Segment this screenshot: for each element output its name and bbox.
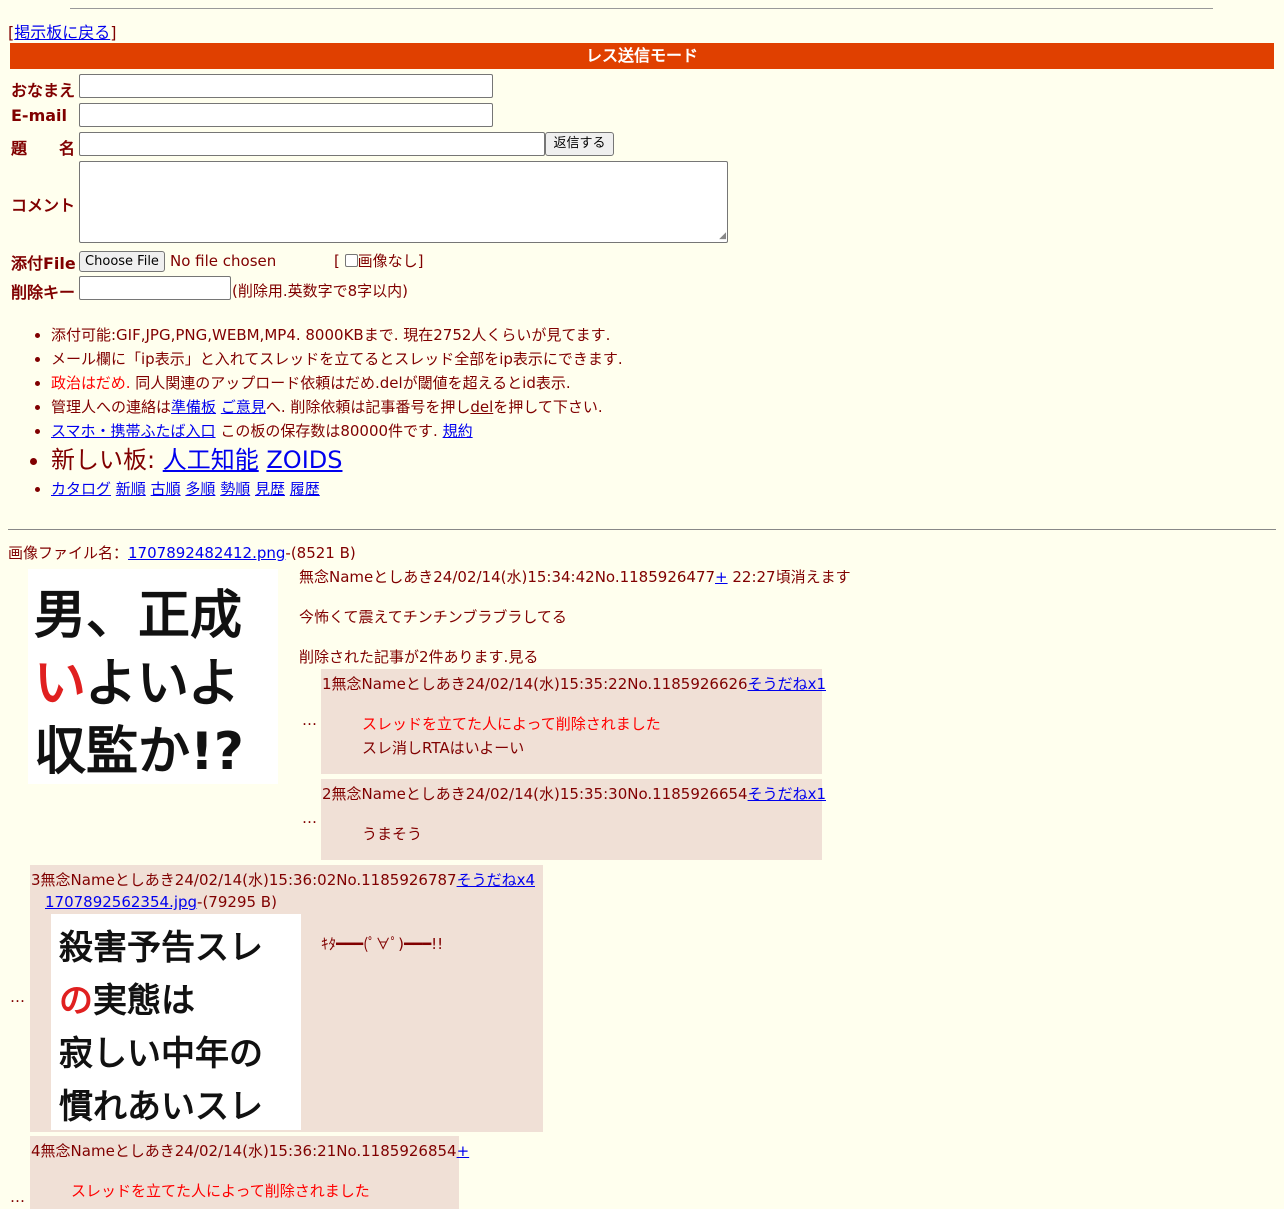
rule-item: 添付可能:GIF,JPG,PNG,WEBM,MP4. 8000KBまで. 現在2… <box>51 323 623 347</box>
reply-line: うまそう <box>362 825 423 843</box>
reply-thumb-line: 寂しい中年の <box>59 1034 263 1074</box>
comment-textarea[interactable]: ◢ <box>79 161 728 243</box>
reply-indent-dots: … <box>10 1188 25 1206</box>
rule-item: メール欄に「ip表示」と入れてスレッドを立てるとスレッド全部をip表示にできます… <box>51 347 623 371</box>
op-header: 無念Nameとしあき24/02/14(水)15:34:42No.11859264… <box>299 568 851 586</box>
comment-label: コメント <box>11 196 76 215</box>
no-image-checkbox[interactable] <box>344 254 358 267</box>
op-thumb-line: いよいよ <box>34 654 240 714</box>
view-history-link[interactable]: 見歴 <box>255 480 285 498</box>
mobile-entrance-link[interactable]: スマホ・携帯ふたば入口 <box>51 422 216 440</box>
op-thumb-line: 男、正成 <box>34 586 243 646</box>
reply-indent-dots: … <box>302 809 317 827</box>
op-body: 今怖くて震えてチンチンブラブラしてる <box>299 608 567 626</box>
reply-indent-dots: … <box>10 988 25 1006</box>
sodane-button[interactable]: そうだねx4 <box>457 871 535 889</box>
reply-file-link[interactable]: 1707892562354.jpg <box>45 893 197 911</box>
sodane-button[interactable]: そうだねx1 <box>748 675 826 693</box>
reply-2: 2無念Nameとしあき24/02/14(水)15:35:30No.1185926… <box>321 779 826 860</box>
sort-links-item: カタログ 新順 古順 多順 勢順 見歴 履歴 <box>51 477 623 501</box>
rule-item: スマホ・携帯ふたば入口 この板の保存数は80000件です. 規約 <box>51 419 623 443</box>
post-history-link[interactable]: 履歴 <box>290 480 320 498</box>
feedback-link[interactable]: ご意見 <box>221 398 266 416</box>
submit-reply-button[interactable]: 返信する <box>545 132 614 156</box>
delete-key-label: 削除キー <box>11 283 76 302</box>
ai-board-link[interactable]: 人工知能 <box>163 446 259 474</box>
subject-input[interactable] <box>79 132 545 156</box>
plus-link[interactable]: + <box>457 1142 470 1160</box>
reply-header: 2無念Nameとしあき24/02/14(水)15:35:30No.1185926… <box>322 785 826 803</box>
reply-thumb-line: の実態は <box>59 981 195 1021</box>
sort-new-link[interactable]: 新順 <box>116 480 146 498</box>
rule-item: 管理人への連絡は準備板 ご意見へ. 削除依頼は記事番号を押しdelを押して下さい… <box>51 395 623 419</box>
reply-header: 1無念Nameとしあき24/02/14(水)15:35:22No.1185926… <box>322 675 826 693</box>
reply-header: 4無念Nameとしあき24/02/14(水)15:36:21No.1185926… <box>31 1142 470 1160</box>
reply-thumb-line: 殺害予告スレ <box>59 928 263 968</box>
preparation-board-link[interactable]: 準備板 <box>171 398 216 416</box>
sodane-button[interactable]: そうだねx1 <box>748 785 826 803</box>
file-label: 添付File <box>11 254 76 273</box>
choose-file-button[interactable]: Choose File <box>79 251 165 272</box>
reply-1: 1無念Nameとしあき24/02/14(水)15:35:22No.1185926… <box>321 669 826 774</box>
zoids-board-link[interactable]: ZOIDS <box>266 446 342 474</box>
no-image-option: [ 画像なし] <box>334 252 424 270</box>
rule-item: 政治はだめ. 同人関連のアップロード依頼はだめ.delが閾値を超えるとid表示. <box>51 371 623 395</box>
op-thumb-line: 収監か!? <box>34 722 244 782</box>
email-label: E-mail <box>11 106 68 125</box>
reply-thumb-line: 慣れあいスレ <box>59 1087 263 1127</box>
resize-grip-icon[interactable]: ◢ <box>719 231 726 241</box>
reply-body: ｷﾀ━━━(ﾟ∀ﾟ)━━━!! <box>321 935 444 953</box>
subject-label: 題 名 <box>11 139 76 158</box>
delete-key-hint: (削除用.英数字で8字以内) <box>232 282 409 300</box>
reply-indent-dots: … <box>302 711 317 729</box>
reply-line: スレッドを立てた人によって削除されました <box>362 715 661 733</box>
reply-file-info: 1707892562354.jpg-(79295 B) <box>45 893 277 911</box>
name-input[interactable] <box>79 74 493 98</box>
reply-mode-banner: レス送信モード <box>10 43 1274 69</box>
name-label: おなまえ <box>11 81 76 100</box>
reply-4: 4無念Nameとしあき24/02/14(水)15:36:21No.1185926… <box>30 1136 469 1209</box>
back-to-board-link[interactable]: 掲示板に戻る <box>14 23 110 42</box>
deleted-posts-notice[interactable]: 削除された記事が2件あります.見る <box>299 646 538 667</box>
op-thumbnail[interactable]: 男、正成 いよいよ 収監か!? <box>28 569 278 784</box>
new-boards-item: 新しい板: 人工知能 ZOIDS <box>51 443 623 477</box>
no-file-text: No file chosen <box>170 252 277 270</box>
catalog-link[interactable]: カタログ <box>51 480 111 498</box>
op-plus-link[interactable]: + <box>715 568 728 586</box>
email-input[interactable] <box>79 103 493 127</box>
sort-momentum-link[interactable]: 勢順 <box>220 480 250 498</box>
reply-3: 3無念Nameとしあき24/02/14(水)15:36:02No.1185926… <box>30 865 543 1132</box>
reply-line: スレ消しRTAはいよーい <box>362 739 525 757</box>
reply-header: 3無念Nameとしあき24/02/14(水)15:36:02No.1185926… <box>31 871 535 889</box>
reply-thumbnail[interactable]: 殺害予告スレ の実態は 寂しい中年の 慣れあいスレ <box>51 914 301 1130</box>
terms-link[interactable]: 規約 <box>443 422 473 440</box>
delete-key-input[interactable] <box>79 276 231 300</box>
back-link-wrap: [掲示板に戻る] <box>8 23 117 42</box>
top-divider <box>70 8 1213 9</box>
op-file-link[interactable]: 1707892482412.png <box>128 544 285 562</box>
op-file-info: 画像ファイル名：1707892482412.png-(8521 B) <box>8 544 356 562</box>
sort-many-link[interactable]: 多順 <box>185 480 215 498</box>
reply-line: スレッドを立てた人によって削除されました <box>71 1182 370 1200</box>
section-divider <box>8 529 1276 530</box>
sort-old-link[interactable]: 古順 <box>151 480 181 498</box>
board-rules-list: 添付可能:GIF,JPG,PNG,WEBM,MP4. 8000KBまで. 現在2… <box>20 323 623 501</box>
del-text: del <box>470 398 494 416</box>
